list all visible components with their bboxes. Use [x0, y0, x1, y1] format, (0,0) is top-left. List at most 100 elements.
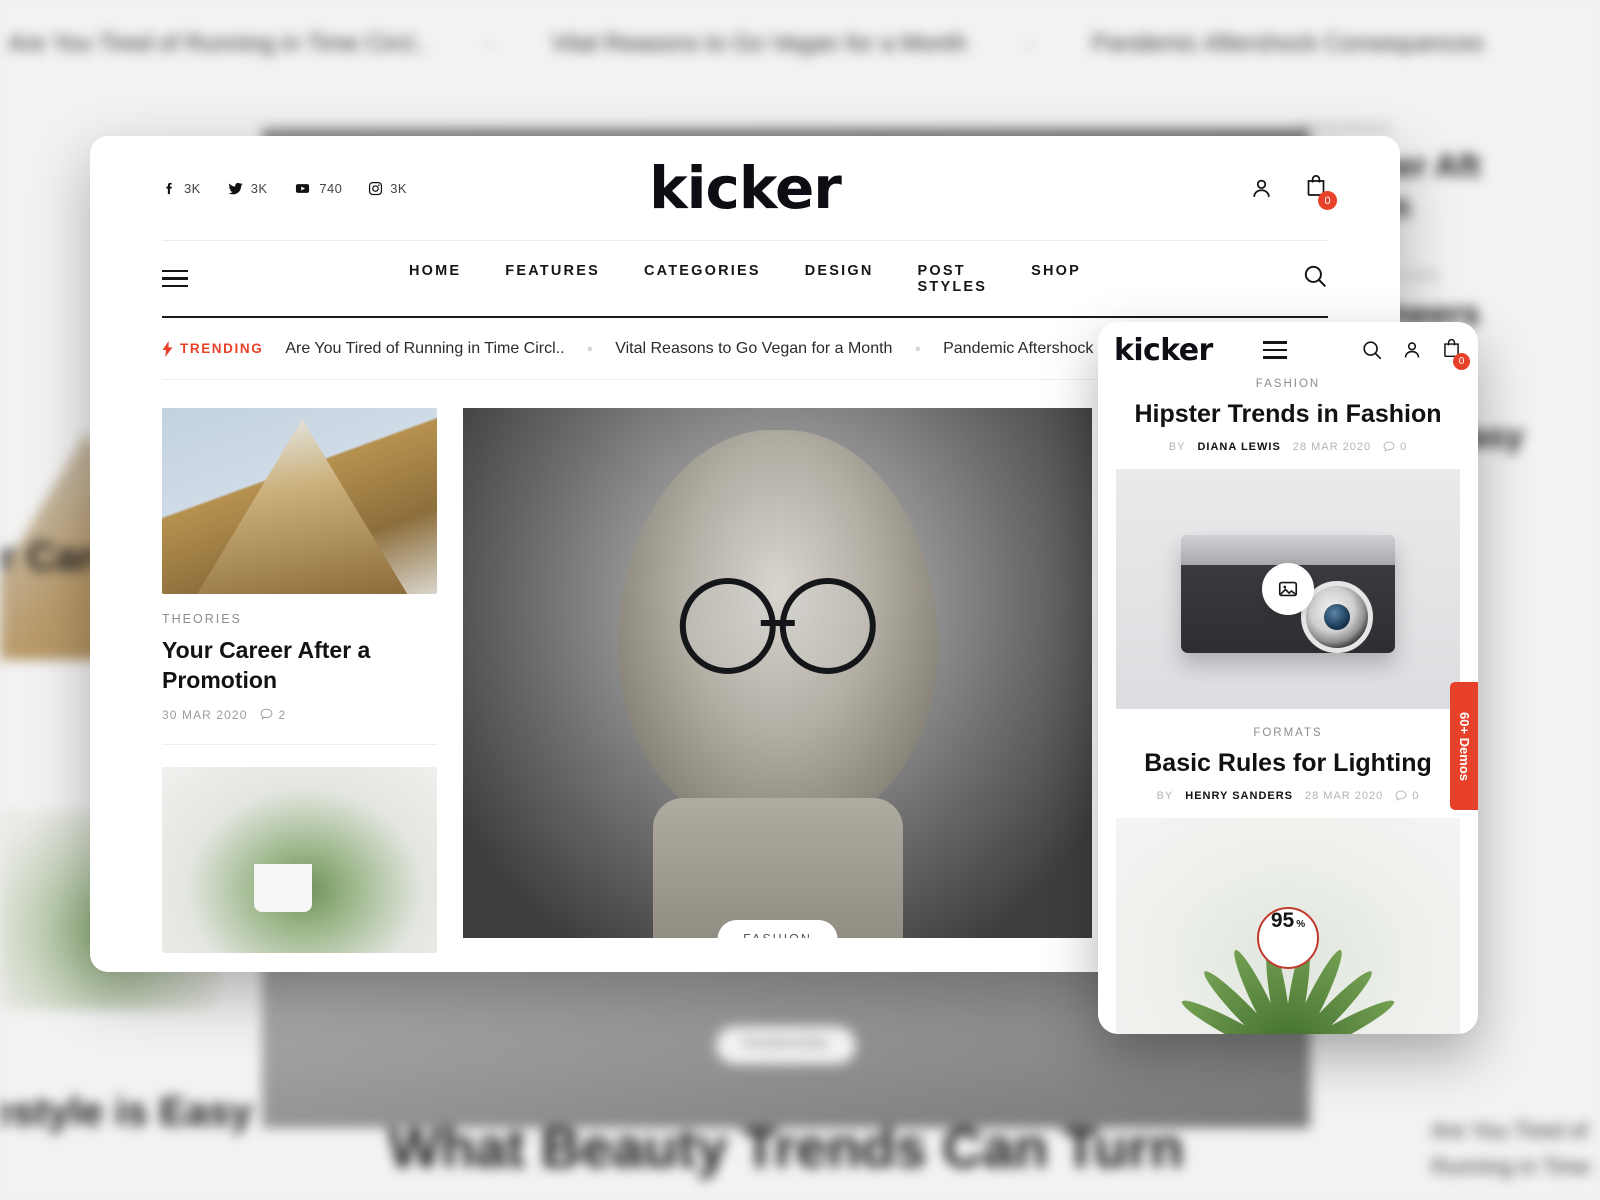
cart-count-badge: 0	[1318, 191, 1337, 210]
menu-hamburger-icon[interactable]	[162, 269, 188, 288]
search-icon	[1304, 265, 1326, 287]
social-link-facebook[interactable]: 3K	[162, 181, 201, 196]
hero-portrait-neck	[652, 798, 903, 938]
mobile-article-2[interactable]: FORMATS Basic Rules for Lighting BY HENR…	[1098, 727, 1478, 1034]
featured-article[interactable]: FASHION What Beauty Trends Can Turn	[463, 408, 1092, 972]
nav-item-design[interactable]: DESIGN	[805, 263, 874, 295]
trending-item[interactable]: Vital Reasons to Go Vegan for a Month	[615, 340, 892, 358]
background-side-category: THEORIES	[1300, 120, 1393, 137]
comment-bubble-icon	[1383, 441, 1395, 452]
article-category[interactable]: THEORIES	[162, 612, 437, 626]
article-thumbnail-plant	[162, 766, 437, 953]
article-comments[interactable]: 0	[1383, 441, 1407, 453]
left-article-column: THEORIES Your Career After a Promotion 3…	[162, 408, 437, 972]
desktop-header: 3K 3K 740 3K kicker 0	[90, 136, 1400, 240]
article-card[interactable]: THEORIES Your Career After a Promotion 3…	[162, 408, 437, 722]
article-card[interactable]: HEALTH Changing Your Lifestyle is Easy 3…	[162, 766, 437, 972]
article-date: 30 MAR 2020	[162, 707, 248, 722]
gallery-format-button[interactable]	[1262, 563, 1314, 615]
mobile-header-actions: 0	[1361, 337, 1470, 370]
mobile-header: kicker 0	[1098, 322, 1478, 378]
article-meta: 30 MAR 2020 2	[162, 708, 437, 722]
demos-tab-label: 60+ Demos	[1456, 711, 1472, 781]
review-score-badge: 95 %	[1257, 907, 1319, 969]
twitter-icon	[228, 182, 243, 194]
glasses-lens-right	[779, 578, 876, 674]
article-thumbnail-roof	[162, 408, 437, 594]
mobile-article-meta: BY HENRY SANDERS 28 MAR 2020 0	[1116, 790, 1460, 802]
nav-item-categories[interactable]: CATEGORIES	[644, 263, 761, 295]
search-button[interactable]	[1302, 263, 1328, 294]
comment-bubble-icon	[1395, 790, 1407, 801]
background-trend-item: Pandemic Aftershock Consequences	[1091, 30, 1484, 57]
trending-item[interactable]: Are You Tired of Running in Time Circl..	[285, 340, 564, 358]
demos-side-tab[interactable]: 60+ Demos	[1450, 682, 1478, 810]
facebook-icon	[166, 182, 172, 194]
trending-separator: ●	[586, 342, 594, 355]
user-account-icon[interactable]	[1249, 176, 1274, 201]
search-icon[interactable]	[1361, 339, 1383, 361]
article-author[interactable]: DIANA LEWIS	[1197, 441, 1280, 453]
trending-label: TRENDING	[162, 340, 263, 357]
nav-item-home[interactable]: HOME	[409, 263, 461, 295]
mobile-menu-hamburger-icon[interactable]	[1262, 341, 1287, 359]
article-category[interactable]: HEALTH	[162, 971, 437, 972]
nav-item-post-styles[interactable]: POST STYLES	[918, 263, 988, 295]
mobile-article-title[interactable]: Hipster Trends in Fashion	[1116, 400, 1460, 429]
article-title[interactable]: Your Career After a Promotion	[162, 636, 437, 696]
cart-button[interactable]: 0	[1304, 173, 1337, 210]
comment-count: 0	[1400, 441, 1408, 453]
social-links: 3K 3K 740 3K	[162, 181, 407, 196]
nav-item-shop[interactable]: SHOP	[1031, 263, 1081, 295]
article-comments[interactable]: 0	[1395, 790, 1419, 802]
mobile-article-category[interactable]: FORMATS	[1116, 727, 1460, 739]
social-link-instagram[interactable]: 3K	[368, 181, 407, 196]
social-link-youtube[interactable]: 740	[293, 181, 342, 196]
site-logo[interactable]: kicker	[649, 154, 842, 222]
mobile-cart-button[interactable]: 0	[1441, 337, 1470, 370]
background-hero-title: What Beauty Trends Can Turn	[388, 1116, 1184, 1179]
score-unit: %	[1296, 919, 1306, 930]
user-account-icon[interactable]	[1401, 339, 1423, 361]
background-trend-item: Are You Tired of Running in Time Circl..	[8, 30, 427, 57]
trending-separator: ●	[914, 342, 922, 355]
background-left-headline-2: estyle is Easy	[0, 1090, 253, 1134]
byline-prefix: BY	[1156, 790, 1174, 802]
lightning-bolt-icon	[162, 340, 173, 357]
comment-count: 2	[278, 707, 287, 722]
mobile-article-category[interactable]: FASHION	[1116, 378, 1460, 390]
mobile-preview-window: kicker 0 FASHION Hipster Trends in Fashi…	[1098, 322, 1478, 1034]
mobile-cart-count-badge: 0	[1453, 352, 1470, 370]
header-actions: 0	[1249, 173, 1337, 210]
article-comments[interactable]: 2	[260, 708, 286, 722]
mobile-article-1[interactable]: FASHION Hipster Trends in Fashion BY DIA…	[1098, 378, 1478, 709]
article-author[interactable]: HENRY SANDERS	[1185, 790, 1293, 802]
byline-prefix: BY	[1168, 441, 1186, 453]
mobile-site-logo[interactable]: kicker	[1114, 333, 1213, 368]
comment-bubble-icon	[261, 708, 273, 720]
round-glasses-shape	[679, 578, 876, 679]
background-trending-strip: Are You Tired of Running in Time Circl..…	[0, 30, 1600, 58]
instagram-icon	[369, 181, 383, 195]
background-trend-separator: ●	[484, 36, 494, 52]
mobile-article-meta: BY DIANA LEWIS 28 MAR 2020 0	[1116, 441, 1460, 453]
featured-category-badge[interactable]: FASHION	[717, 920, 838, 938]
background-hero-badge: FASHION	[715, 1026, 857, 1064]
background-bottom-text-2: Running in Time	[1431, 1154, 1590, 1179]
glasses-bridge	[760, 620, 795, 626]
mobile-article-photo-plant: 95 %	[1116, 818, 1460, 1034]
main-navigation: HOME FEATURES CATEGORIES DESIGN POST STY…	[409, 263, 1081, 295]
social-count: 740	[319, 180, 343, 196]
nav-item-features[interactable]: FEATURES	[505, 263, 600, 295]
image-icon	[1278, 581, 1298, 597]
glasses-lens-left	[679, 578, 776, 674]
score-value: 95	[1270, 909, 1295, 932]
background-bottom-right: Are You Tired of Running in Time	[1431, 1118, 1590, 1180]
social-link-twitter[interactable]: 3K	[227, 181, 268, 196]
mobile-article-title[interactable]: Basic Rules for Lighting	[1116, 749, 1460, 778]
social-count: 3K	[250, 180, 268, 196]
comment-count: 0	[1412, 790, 1420, 802]
article-date: 28 MAR 2020	[1305, 790, 1384, 802]
background-bottom-text: Are You Tired of	[1431, 1118, 1588, 1143]
youtube-icon	[296, 183, 310, 193]
